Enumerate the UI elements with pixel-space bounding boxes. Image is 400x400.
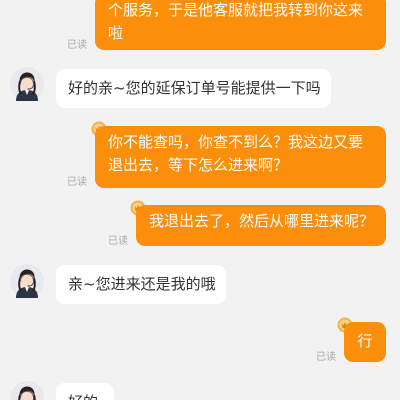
read-receipt: 已读	[67, 177, 87, 188]
read-receipt: 已读	[108, 236, 128, 247]
message-text: 我退出去了，然后从哪里进来呢？	[149, 212, 375, 230]
read-receipt: 已读	[67, 40, 87, 51]
my-message-bubble[interactable]: 行	[344, 322, 386, 362]
chat-message-list[interactable]: 个服务，于是他客服就把我转到你这来 啦 已读 好的亲~您的延保订单号能提供一下吗…	[0, 0, 400, 400]
my-message-bubble[interactable]: 个服务，于是他客服就把我转到你这来 啦	[95, 0, 386, 50]
message-text: 亲~您进来还是我的哦	[68, 275, 216, 293]
message-text: 你不能查吗，你查不到么？我这边又要	[108, 133, 364, 151]
message-text: 好的	[68, 391, 102, 400]
message-text: 退出去，等下怎么进来啊？	[108, 156, 289, 174]
my-message-bubble[interactable]: 你不能查吗，你查不到么？我这边又要 退出去，等下怎么进来啊？	[95, 126, 386, 188]
message-text: 行	[357, 332, 373, 350]
agent-avatar-icon[interactable]	[10, 264, 44, 298]
agent-avatar-icon[interactable]	[10, 67, 44, 101]
agent-avatar-icon[interactable]	[10, 381, 44, 400]
message-text: 好的亲~您的延保订单号能提供一下吗	[68, 79, 321, 97]
agent-message-bubble[interactable]: 亲~您进来还是我的哦	[56, 265, 226, 304]
agent-message-bubble[interactable]: 好的	[56, 383, 114, 400]
message-text: 个服务，于是他客服就把我转到你这来	[108, 1, 364, 19]
my-message-bubble[interactable]: 我退出去了，然后从哪里进来呢？	[136, 205, 386, 246]
message-text: 啦	[108, 24, 124, 42]
read-receipt: 已读	[316, 352, 336, 363]
agent-message-bubble[interactable]: 好的亲~您的延保订单号能提供一下吗	[56, 69, 331, 108]
